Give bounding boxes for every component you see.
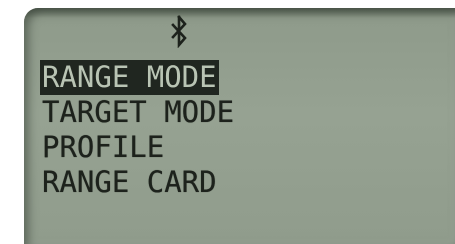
menu-item-range-card[interactable]: RANGE CARD (40, 165, 219, 200)
main-menu: RANGE MODE TARGET MODE PROFILE RANGE CAR… (40, 60, 236, 200)
lcd-screen: RANGE MODE TARGET MODE PROFILE RANGE CAR… (24, 8, 455, 244)
device-frame: RANGE MODE TARGET MODE PROFILE RANGE CAR… (0, 0, 455, 244)
menu-item-target-mode[interactable]: TARGET MODE (40, 95, 236, 130)
screen-bezel-shadow (24, 8, 455, 18)
bluetooth-icon (171, 15, 187, 48)
menu-item-range-mode[interactable]: RANGE MODE (40, 60, 219, 95)
menu-item-profile[interactable]: PROFILE (40, 130, 166, 165)
